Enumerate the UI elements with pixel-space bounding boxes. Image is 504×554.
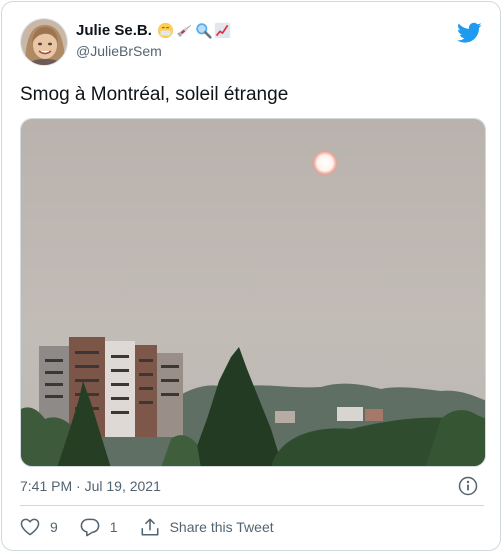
reply-count: 1 (109, 519, 118, 535)
reply-icon (80, 518, 100, 536)
magnifying-glass-emoji (196, 23, 212, 39)
share-button[interactable]: Share this Tweet (140, 517, 274, 537)
tweet-card: Julie Se.B. @JulieBrSem Smog à Montréal,… (1, 1, 501, 551)
syringe-emoji (177, 25, 192, 38)
reply-button[interactable]: 1 (80, 518, 118, 537)
tweet-text: Smog à Montréal, soleil étrange (20, 84, 289, 105)
share-label: Share this Tweet (169, 519, 274, 535)
tweet-header: Julie Se.B. @JulieBrSem (20, 18, 486, 70)
display-name[interactable]: Julie Se.B. (76, 22, 152, 39)
face-with-medical-mask-emoji (158, 23, 174, 39)
chart-increasing-emoji (215, 23, 231, 39)
tweet-photo[interactable] (20, 118, 486, 467)
like-button[interactable]: 9 (20, 518, 58, 536)
name-emojis (157, 22, 231, 39)
avatar[interactable] (20, 18, 68, 66)
user-handle[interactable]: @JulieBrSem (76, 43, 231, 59)
info-icon[interactable] (458, 476, 478, 496)
sun (312, 150, 338, 176)
like-count: 9 (50, 519, 58, 535)
heart-icon (20, 518, 40, 536)
user-info: Julie Se.B. @JulieBrSem (76, 22, 231, 59)
tweet-timestamp[interactable]: 7:41 PM · Jul 19, 2021 (20, 478, 161, 494)
divider (20, 505, 484, 506)
twitter-logo-icon[interactable] (457, 22, 482, 44)
tweet-actions: 9 1 Share this Tweet (20, 515, 296, 539)
share-icon (141, 518, 159, 536)
